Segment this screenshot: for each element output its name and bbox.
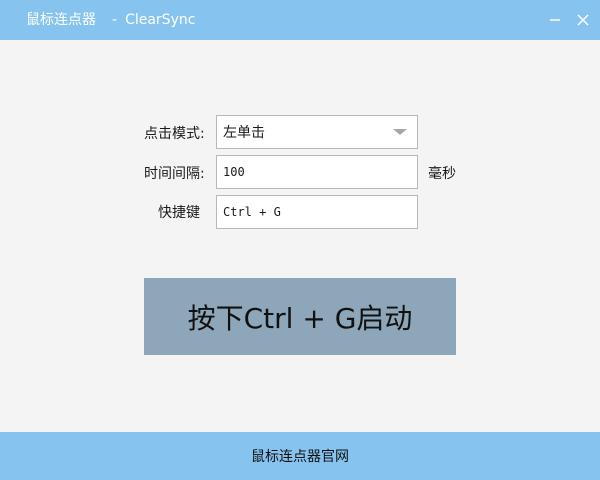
- interval-unit-label: 毫秒: [428, 166, 456, 182]
- interval-input[interactable]: [216, 155, 418, 189]
- minimize-button[interactable]: [540, 0, 570, 40]
- title-separator: -: [112, 12, 118, 28]
- main-panel: 点击模式: 左单击 时间间隔: 毫秒 快捷键 按下Ctrl + G启动: [0, 40, 600, 432]
- close-button[interactable]: [568, 0, 598, 40]
- click-mode-value: 左单击: [223, 125, 265, 141]
- close-icon: [577, 14, 589, 26]
- click-mode-label: 点击模式:: [144, 126, 205, 142]
- hotkey-label: 快捷键: [158, 205, 200, 221]
- app-subtitle: ClearSync: [125, 12, 196, 28]
- app-window: 鼠标连点器-ClearSync 点击模式: 左单击 时间间隔: 毫秒 快捷键 按…: [0, 0, 600, 480]
- app-title: 鼠标连点器: [26, 12, 96, 28]
- interval-label: 时间间隔:: [144, 166, 205, 182]
- title-bar[interactable]: 鼠标连点器 - ClearSync: [0, 0, 600, 40]
- footer-bar: 鼠标连点器官网: [0, 432, 600, 480]
- hotkey-input[interactable]: [216, 195, 418, 229]
- click-mode-select[interactable]: 左单击: [216, 115, 418, 149]
- minimize-icon: [550, 19, 560, 21]
- official-site-link[interactable]: 鼠标连点器官网: [251, 446, 349, 466]
- window-title: 鼠标连点器 - ClearSync: [26, 11, 195, 29]
- chevron-down-icon: [393, 129, 407, 135]
- start-button[interactable]: 按下Ctrl + G启动: [144, 278, 456, 355]
